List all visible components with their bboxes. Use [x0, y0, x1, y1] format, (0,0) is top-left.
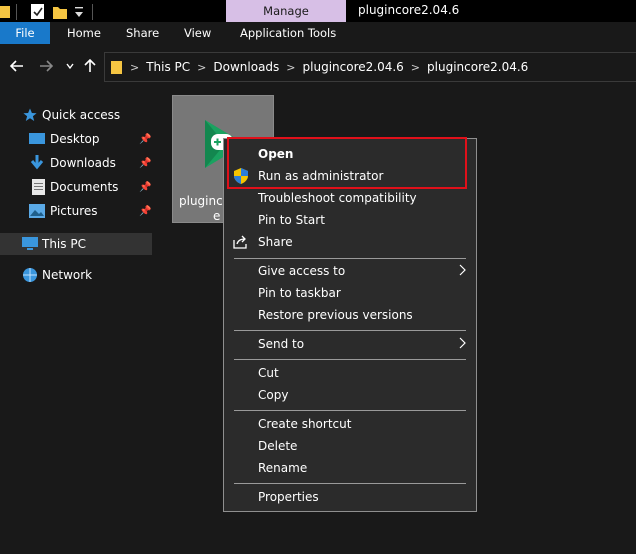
network-icon [22, 267, 38, 283]
menu-item-label: Troubleshoot compatibility [258, 191, 417, 205]
pin-icon[interactable]: 📌 [139, 206, 151, 217]
menu-item-restore-previous-versions[interactable]: Restore previous versions [224, 304, 476, 326]
menu-item-copy[interactable]: Copy [224, 384, 476, 406]
sidebar-item-pictures[interactable]: Pictures 📌 [0, 200, 152, 222]
menu-item-label: Restore previous versions [258, 308, 413, 322]
sidebar-item-label: Documents [50, 180, 119, 194]
documents-icon [30, 179, 46, 195]
menu-item-label: Cut [258, 366, 279, 380]
menu-item-label: Pin to taskbar [258, 286, 341, 300]
breadcrumb-current-folder[interactable]: plugincore2.04.6 [427, 60, 528, 74]
properties-checkmark-icon[interactable] [30, 3, 46, 21]
menu-separator [234, 410, 466, 411]
breadcrumb-chevron-icon[interactable]: > [197, 61, 206, 74]
tab-home[interactable]: Home [67, 22, 101, 44]
customize-dropdown-icon[interactable] [74, 5, 84, 23]
back-arrow-icon[interactable] [8, 57, 26, 75]
menu-item-label: Pin to Start [258, 213, 325, 227]
menu-item-pin-to-taskbar[interactable]: Pin to taskbar [224, 282, 476, 304]
menu-separator [234, 483, 466, 484]
sidebar-item-network[interactable]: Network [0, 264, 152, 286]
pictures-icon [29, 203, 45, 219]
breadcrumb-this-pc[interactable]: This PC [146, 60, 190, 74]
file-name-ext: e [213, 209, 221, 223]
menu-separator [234, 258, 466, 259]
menu-item-share[interactable]: Share [224, 231, 476, 253]
menu-item-pin-to-start[interactable]: Pin to Start [224, 209, 476, 231]
menu-item-label: Delete [258, 439, 298, 453]
title-divider [16, 3, 18, 21]
up-arrow-icon[interactable] [81, 57, 99, 75]
sidebar-item-quick-access[interactable]: Quick access [0, 104, 152, 126]
menu-item-send-to[interactable]: Send to [224, 333, 476, 355]
breadcrumb-chevron-icon[interactable]: > [411, 61, 420, 74]
menu-item-properties[interactable]: Properties [224, 486, 476, 508]
tab-share[interactable]: Share [126, 22, 159, 44]
submenu-arrow-icon [459, 337, 466, 352]
computer-icon [22, 236, 38, 252]
sidebar-item-label: Network [42, 268, 93, 282]
tab-manage[interactable]: Manage [226, 0, 346, 22]
sidebar-item-documents[interactable]: Documents 📌 [0, 176, 152, 198]
menu-item-label: Create shortcut [258, 417, 352, 431]
menu-separator [234, 359, 466, 360]
breadcrumb-downloads[interactable]: Downloads [213, 60, 279, 74]
desktop-icon [29, 131, 45, 147]
sidebar-item-downloads[interactable]: Downloads 📌 [0, 152, 152, 174]
share-icon [233, 234, 249, 250]
menu-item-label: Copy [258, 388, 289, 402]
menu-item-label: Send to [258, 337, 305, 351]
star-icon [22, 107, 38, 123]
navigation-pane: Quick access Desktop 📌 Downloads 📌 Docum… [0, 88, 155, 554]
menu-item-label: Give access to [258, 264, 346, 278]
context-menu: Open Run as administrator Troubleshoot c… [223, 138, 477, 512]
forward-arrow-icon[interactable] [37, 57, 55, 75]
sidebar-item-this-pc[interactable]: This PC [0, 233, 152, 255]
breadcrumb-chevron-icon[interactable]: > [130, 61, 139, 74]
download-icon [29, 155, 45, 171]
pin-icon[interactable]: 📌 [139, 158, 151, 169]
new-folder-icon[interactable] [52, 3, 68, 21]
menu-item-create-shortcut[interactable]: Create shortcut [224, 413, 476, 435]
menu-item-give-access-to[interactable]: Give access to [224, 260, 476, 282]
menu-item-label: Rename [258, 461, 308, 475]
annotation-highlight-box [227, 137, 467, 189]
pin-icon[interactable]: 📌 [139, 134, 151, 145]
submenu-arrow-icon [459, 264, 466, 279]
sidebar-item-label: This PC [42, 237, 86, 251]
menu-item-label: Share [258, 235, 293, 249]
menu-separator [234, 330, 466, 331]
menu-item-cut[interactable]: Cut [224, 362, 476, 384]
sidebar-item-label: Downloads [50, 156, 116, 170]
menu-item-label: Properties [258, 490, 319, 504]
tab-application-tools[interactable]: Application Tools [240, 22, 336, 44]
sidebar-item-desktop[interactable]: Desktop 📌 [0, 128, 152, 150]
menu-item-rename[interactable]: Rename [224, 457, 476, 479]
title-bar: Manage plugincore2.04.6 [0, 0, 636, 24]
sidebar-item-label: Desktop [50, 132, 100, 146]
tab-file[interactable]: File [0, 22, 50, 44]
navigation-row: > This PC > Downloads > plugincore2.04.6… [0, 44, 636, 89]
window-title: plugincore2.04.6 [358, 3, 460, 17]
breadcrumb-folder[interactable]: plugincore2.04.6 [303, 60, 404, 74]
ribbon-tabs: File Home Share View Application Tools [0, 22, 636, 44]
sidebar-item-label: Quick access [42, 108, 121, 122]
folder-icon [111, 59, 123, 75]
address-bar[interactable]: > This PC > Downloads > plugincore2.04.6… [104, 52, 636, 82]
pin-icon[interactable]: 📌 [139, 182, 151, 193]
title-divider [92, 3, 94, 21]
menu-item-delete[interactable]: Delete [224, 435, 476, 457]
menu-item-troubleshoot-compatibility[interactable]: Troubleshoot compatibility [224, 187, 476, 209]
folder-icon[interactable] [0, 3, 10, 21]
breadcrumb-chevron-icon[interactable]: > [286, 61, 295, 74]
tab-view[interactable]: View [184, 22, 211, 44]
recent-locations-chevron-icon[interactable] [61, 57, 79, 75]
sidebar-item-label: Pictures [50, 204, 98, 218]
